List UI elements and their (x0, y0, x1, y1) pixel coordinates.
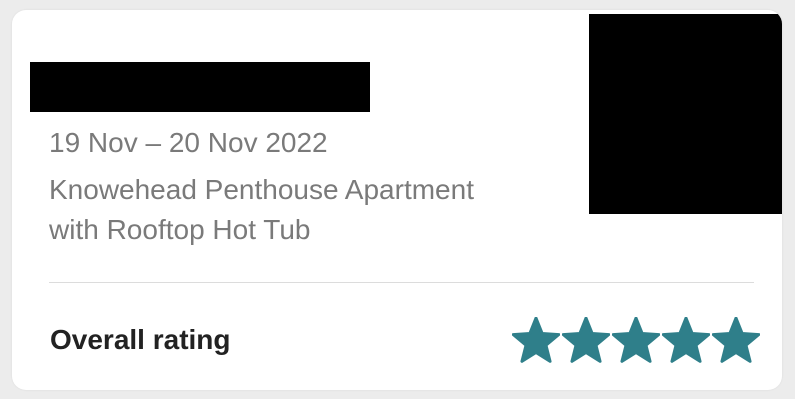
listing-title-line-2: with Rooftop Hot Tub (49, 214, 311, 245)
star-icon (612, 317, 660, 363)
divider (49, 282, 754, 283)
listing-title-line-1: Knowehead Penthouse Apartment (49, 174, 474, 205)
star-icon (512, 317, 560, 363)
overall-rating-label: Overall rating (50, 324, 231, 355)
redacted-guest-name (30, 62, 370, 112)
star-rating (512, 317, 760, 365)
stay-dates: 19 Nov – 20 Nov 2022 (49, 127, 328, 158)
star-icon (662, 317, 710, 363)
star-icon (562, 317, 610, 363)
redacted-photo (589, 14, 782, 214)
star-icon (712, 317, 760, 363)
listing-title: Knowehead Penthouse Apartment with Rooft… (49, 170, 589, 250)
review-card: 19 Nov – 20 Nov 2022 Knowehead Penthouse… (12, 10, 782, 390)
